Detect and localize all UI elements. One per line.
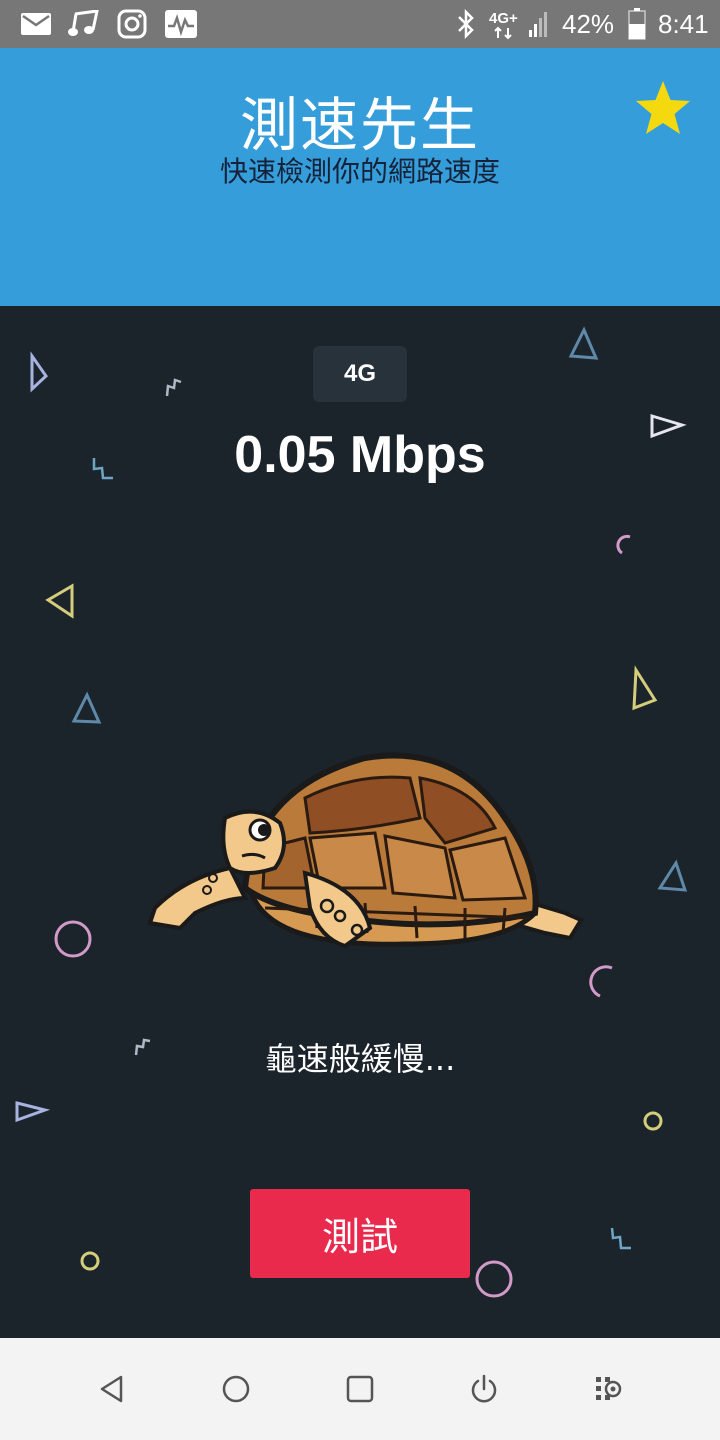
deco-triangle (71, 691, 102, 724)
deco-circle (54, 920, 92, 958)
turtle-illustration (147, 752, 584, 949)
instagram-icon (116, 0, 148, 48)
power-button[interactable] (454, 1359, 514, 1419)
test-button[interactable]: 測試 (250, 1189, 470, 1278)
settings-icon (596, 1377, 622, 1400)
home-icon (222, 1375, 250, 1403)
network-type-badge: 4G (313, 346, 407, 402)
deco-triangle (657, 859, 688, 892)
home-button[interactable] (206, 1359, 266, 1419)
network-4g-plus-icon: 4G+ (488, 0, 522, 48)
deco-triangle (45, 583, 74, 619)
favorite-star-button[interactable] (632, 78, 694, 140)
battery-icon (626, 0, 648, 48)
clock: 8:41 (658, 9, 709, 39)
deco-zigzag (610, 1227, 631, 1250)
bluetooth-icon (454, 0, 478, 48)
activity-icon (164, 0, 198, 48)
signal-icon (526, 0, 552, 48)
battery-percent: 42% (562, 9, 615, 39)
star-icon (636, 81, 690, 134)
status-bar: 4G+ 42% 8:41 (0, 0, 720, 48)
mail-icon (20, 0, 52, 48)
deco-triangle (632, 665, 658, 711)
navigation-bar (0, 1338, 720, 1440)
deco-triangle (568, 326, 599, 360)
deco-circle (475, 1260, 513, 1298)
app-subtitle: 快速檢測你的網路速度 (219, 155, 500, 188)
svg-text:4G+: 4G+ (489, 10, 518, 27)
deco-triangle (30, 351, 48, 393)
speed-status-message: 龜速般緩慢... (264, 1040, 456, 1078)
deco-arc (589, 965, 613, 998)
recents-icon (346, 1375, 374, 1403)
power-icon (471, 1374, 497, 1403)
deco-triangle (15, 1101, 51, 1123)
recents-button[interactable] (330, 1359, 390, 1419)
deco-zigzag (165, 378, 182, 397)
back-icon (100, 1375, 123, 1403)
speed-value: 0.05 Mbps (234, 426, 486, 484)
music-icon (66, 0, 102, 48)
settings-button[interactable] (578, 1359, 638, 1419)
deco-circle (643, 1111, 663, 1131)
deco-arc (616, 534, 631, 555)
back-button[interactable] (82, 1359, 142, 1419)
deco-circle (80, 1251, 100, 1271)
